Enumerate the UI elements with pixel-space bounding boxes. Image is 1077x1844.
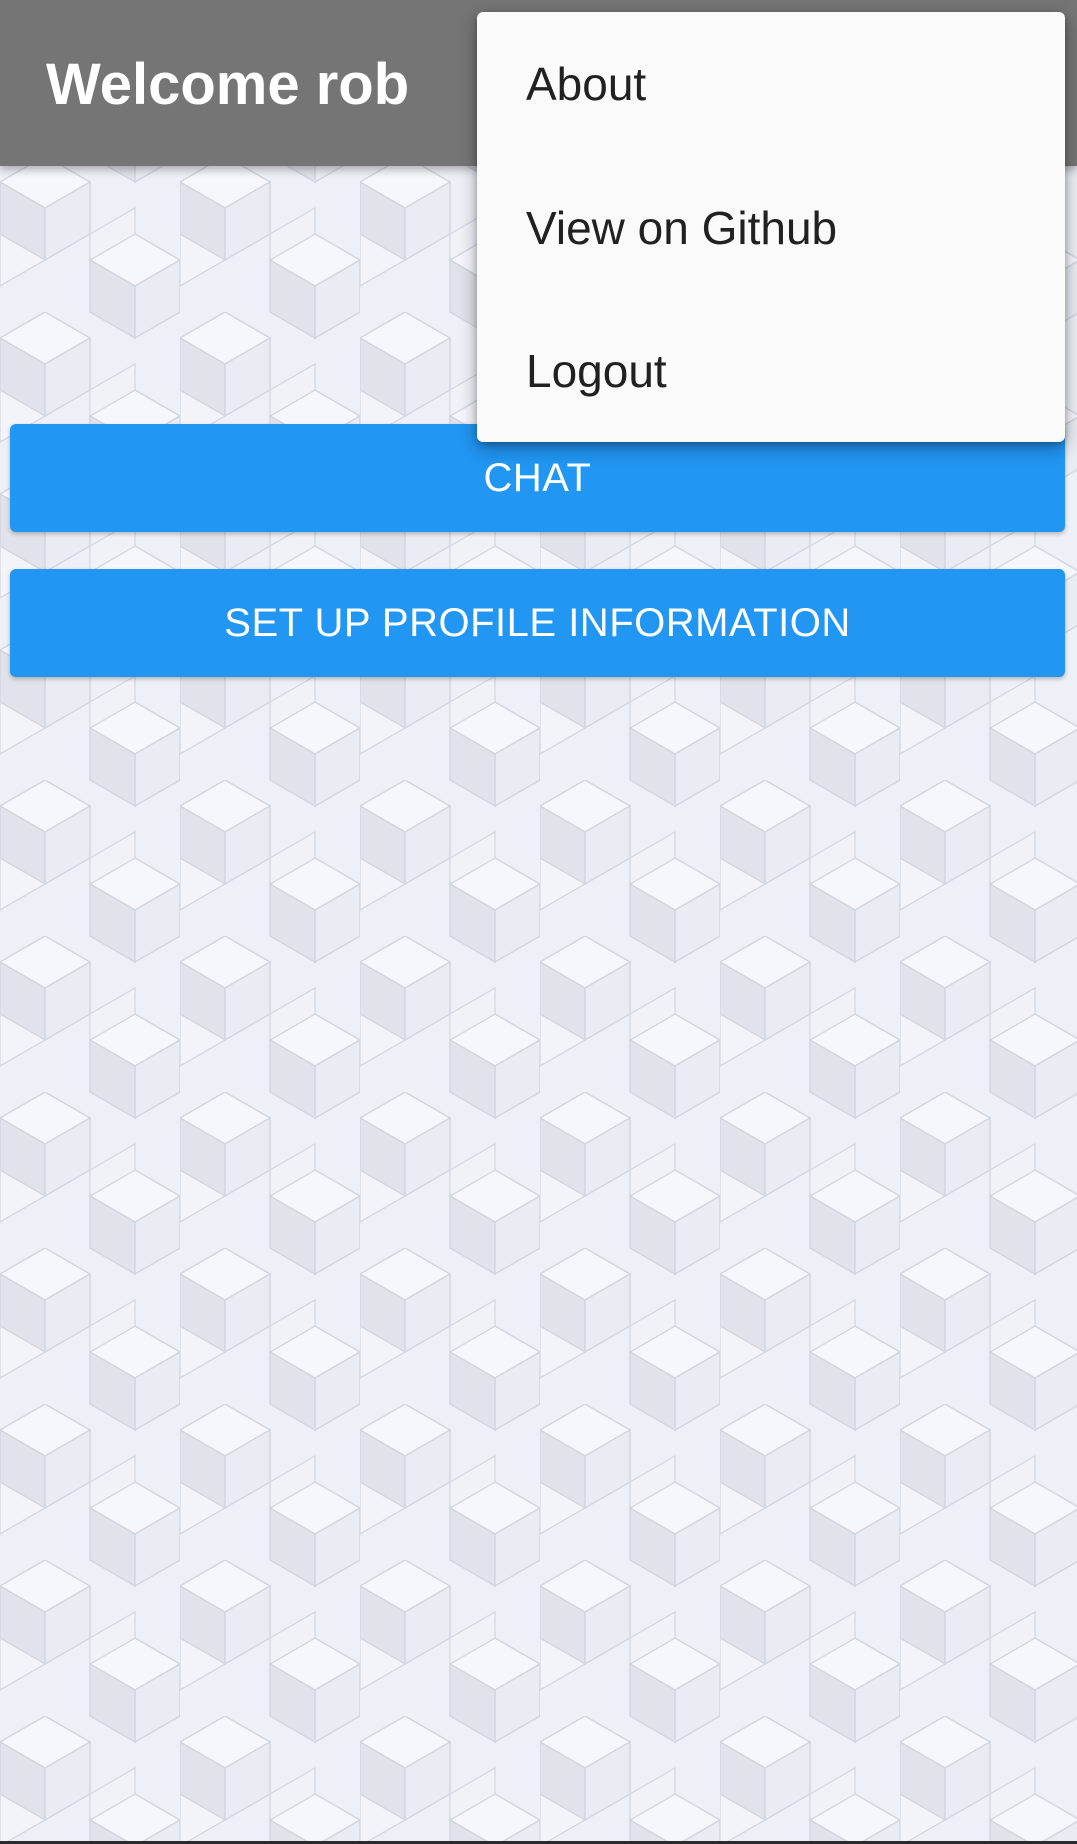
menu-item-about[interactable]: About bbox=[477, 12, 1065, 156]
menu-item-view-on-github-label: View on Github bbox=[526, 202, 838, 254]
menu-item-view-on-github[interactable]: View on Github bbox=[477, 156, 1065, 300]
overflow-menu: About View on Github Logout bbox=[477, 12, 1065, 442]
setup-profile-button-label: SET UP PROFILE INFORMATION bbox=[224, 600, 851, 645]
menu-item-about-label: About bbox=[526, 58, 647, 110]
menu-item-logout[interactable]: Logout bbox=[477, 299, 1065, 443]
setup-profile-button[interactable]: SET UP PROFILE INFORMATION bbox=[10, 569, 1065, 677]
app-screen: Welcome rob CHAT SET UP PROFILE INFORMAT… bbox=[0, 0, 1077, 1844]
menu-item-logout-label: Logout bbox=[526, 345, 667, 397]
chat-button-label: CHAT bbox=[483, 455, 592, 500]
app-title: Welcome rob bbox=[46, 52, 410, 117]
